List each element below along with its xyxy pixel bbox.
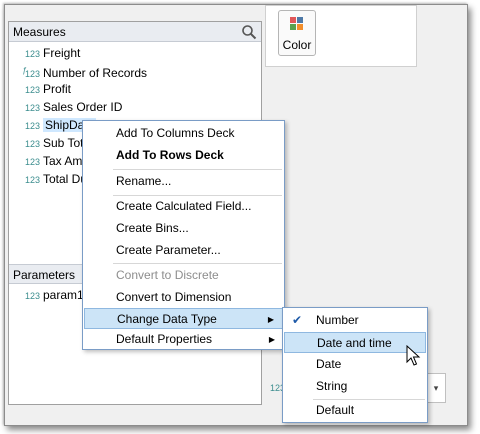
field-context-menu: Add To Columns Deck Add To Rows Deck Ren… [82,120,285,350]
menu-item-convert-to-discrete: Convert to Discrete [116,268,219,282]
number-type-icon: 123 [24,291,40,301]
menu-item-change-data-type[interactable]: Change Data Type ▶ [84,308,283,329]
measure-field-freight[interactable]: 123 Freight [13,44,80,62]
menu-item-label: Default Properties [116,332,213,346]
dropdown-arrow-icon[interactable]: ▾ [426,373,446,403]
menu-item-add-to-rows[interactable]: Add To Rows Deck [84,145,283,166]
measure-field-number-of-records[interactable]: ƒ123 Number of Records [13,62,148,80]
field-label: Profit [43,82,72,96]
search-icon[interactable] [241,24,257,40]
marks-card: Color [265,5,417,67]
menu-separator [113,169,282,170]
number-type-icon: 123 [24,175,40,185]
menu-item-convert-to-dimension[interactable]: Convert to Dimension [84,287,283,308]
field-label: Sales Order ID [43,100,123,114]
submenu-item-default[interactable]: Default [284,400,426,421]
number-type-icon: 123 [24,103,40,113]
field-label: param1 [43,288,84,302]
checkmark-icon: ✔ [292,313,303,327]
mouse-cursor-icon [406,345,421,366]
submenu-item-string[interactable]: String [284,376,426,397]
submenu-item-number[interactable]: ✔ Number [284,310,426,331]
menu-item-create-calculated-field[interactable]: Create Calculated Field... [84,196,283,217]
menu-item-create-bins[interactable]: Create Bins... [84,218,283,239]
submenu-item-label: Number [316,313,359,327]
number-type-icon: 123 [24,139,40,149]
menu-item-rename[interactable]: Rename... [84,171,283,192]
parameter-field-param1[interactable]: 123 param1 [13,286,84,304]
menu-item-label: Change Data Type [117,312,217,326]
submenu-arrow-icon: ▶ [268,335,275,344]
field-label: Freight [43,46,81,60]
submenu-item-date[interactable]: Date [284,354,426,375]
color-icon [290,17,304,31]
color-label: Color [282,38,312,52]
number-type-icon: 123 [24,157,40,167]
menu-separator [113,263,282,264]
number-type-icon: 123 [24,121,40,131]
color-button[interactable]: Color [278,10,316,56]
measure-field-sales-order-id[interactable]: 123 Sales Order ID [13,98,122,116]
parameters-header-label: Parameters [13,268,76,282]
menu-item-create-parameter[interactable]: Create Parameter... [84,240,283,261]
submenu-item-date-and-time[interactable]: Date and time [284,332,426,353]
number-type-icon: 123 [24,85,40,95]
menu-item-default-properties[interactable]: Default Properties ▶ [84,329,283,350]
menu-item-add-to-columns[interactable]: Add To Columns Deck [84,123,283,144]
measure-field-sub-total[interactable]: 123 Sub Total [13,134,93,152]
measure-field-profit[interactable]: 123 Profit [13,80,71,98]
field-label: Number of Records [43,66,148,80]
measures-header: Measures [9,22,261,42]
number-type-icon: 123 [24,49,40,59]
submenu-arrow-icon: ▶ [267,315,274,324]
number-type-icon: 123 [24,69,40,79]
measures-header-label: Measures [13,25,66,39]
